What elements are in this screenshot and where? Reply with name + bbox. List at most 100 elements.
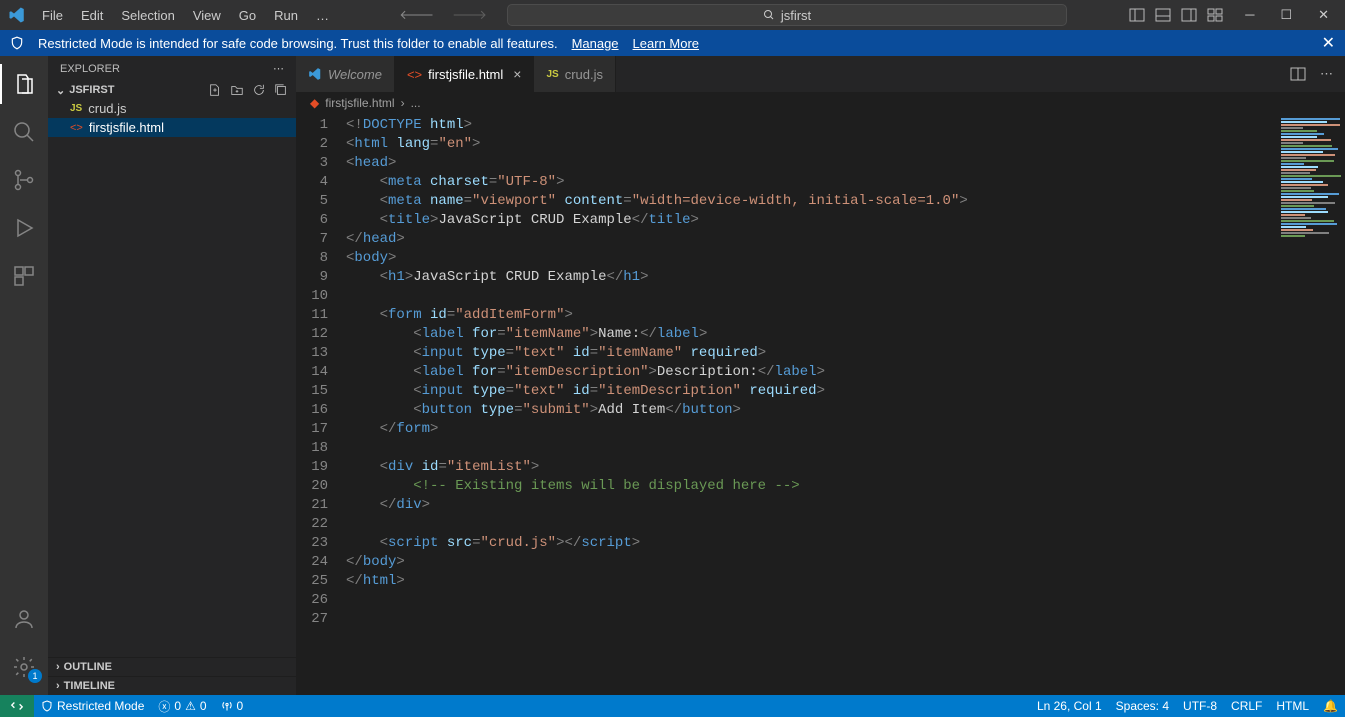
outline-section[interactable]: ›OUTLINE [48,657,296,676]
tab-welcome[interactable]: Welcome [296,56,395,92]
js-icon: JS [546,69,558,80]
menu-run[interactable]: Run [266,4,306,27]
remote-button[interactable] [0,695,34,717]
new-file-icon[interactable] [208,83,222,97]
status-restricted-mode[interactable]: Restricted Mode [34,699,151,713]
shield-icon [10,36,24,50]
tab-label: firstjsfile.html [428,67,503,82]
tab-label: crud.js [565,67,603,82]
position-label: Ln 26, Col 1 [1037,699,1102,713]
activity-source-control[interactable] [0,160,48,200]
line-gutter: 1234567891011121314151617181920212223242… [296,114,346,695]
code-line-5: <meta name="viewport" content="width=dev… [346,192,1235,211]
explorer-sidebar: EXPLORER ⋯ ⌄ JSFIRST JScrud.js<>firstjsf… [48,56,296,695]
warning-count: 0 [200,699,207,713]
command-center[interactable]: jsfirst [507,4,1067,26]
antenna-icon [221,700,233,712]
code-line-14: <label for="itemDescription">Description… [346,363,1235,382]
code-body[interactable]: <!DOCTYPE html><html lang="en"><head> <m… [346,114,1235,695]
vscode-logo-icon [8,6,26,24]
code-line-25: </html> [346,572,1235,591]
chevron-right-icon: › [56,680,60,692]
welcome-icon [308,67,322,81]
code-line-6: <title>JavaScript CRUD Example</title> [346,211,1235,230]
ports-count: 0 [237,699,244,713]
breadcrumb[interactable]: ◆ firstjsfile.html › ... [296,92,1345,114]
code-line-9: <h1>JavaScript CRUD Example</h1> [346,268,1235,287]
activity-extensions[interactable] [0,256,48,296]
split-editor-icon[interactable] [1290,66,1306,82]
menu-view[interactable]: View [185,4,229,27]
eol-label: CRLF [1231,699,1262,713]
code-line-3: <head> [346,154,1235,173]
activity-bar: 1 [0,56,48,695]
encoding-label: UTF-8 [1183,699,1217,713]
activity-run-debug[interactable] [0,208,48,248]
tab-crud.js[interactable]: JS crud.js [534,56,616,92]
maximize-icon[interactable]: ☐ [1280,7,1292,23]
minimap[interactable] [1235,114,1345,695]
chevron-down-icon[interactable]: ⌄ [56,84,65,97]
status-bar: Restricted Mode ⓧ0 ⚠0 0 Ln 26, Col 1 Spa… [0,695,1345,717]
code-line-20: <!-- Existing items will be displayed he… [346,477,1235,496]
status-mode-label: Restricted Mode [57,699,144,713]
project-name: JSFIRST [69,84,114,96]
collapse-all-icon[interactable] [274,83,288,97]
status-problems[interactable]: ⓧ0 ⚠0 [151,698,213,715]
banner-learn-link[interactable]: Learn More [633,36,699,51]
status-spaces[interactable]: Spaces: 4 [1109,699,1176,713]
status-eol[interactable]: CRLF [1224,699,1269,713]
banner-manage-link[interactable]: Manage [572,36,619,51]
code-line-23: <script src="crud.js"></script> [346,534,1235,553]
code-line-7: </head> [346,230,1235,249]
menu-edit[interactable]: Edit [73,4,111,27]
explorer-more-icon[interactable]: ⋯ [273,62,284,75]
refresh-icon[interactable] [252,83,266,97]
layout-controls[interactable] [1129,7,1223,23]
file-item-firstjsfile.html[interactable]: <>firstjsfile.html [48,118,296,137]
code-editor[interactable]: 1234567891011121314151617181920212223242… [296,114,1345,695]
menu-go[interactable]: Go [231,4,264,27]
close-icon[interactable]: ✕ [1318,7,1329,23]
activity-explorer[interactable] [0,64,48,104]
editor-area: Welcome<>firstjsfile.html×JScrud.js⋯ ◆ f… [296,56,1345,695]
breadcrumb-dots: ... [411,96,421,110]
search-icon [763,9,775,21]
minimize-icon[interactable]: ─ [1245,7,1254,23]
code-line-10 [346,287,1235,306]
manage-badge: 1 [28,669,42,683]
code-line-11: <form id="addItemForm"> [346,306,1235,325]
code-line-26 [346,591,1235,610]
banner-close-icon[interactable]: ✕ [1322,33,1335,53]
menu-file[interactable]: File [34,4,71,27]
tab-firstjsfile.html[interactable]: <>firstjsfile.html× [395,56,535,92]
file-item-crud.js[interactable]: JScrud.js [48,99,296,118]
banner-message: Restricted Mode is intended for safe cod… [38,36,558,51]
activity-accounts[interactable] [0,599,48,639]
activity-manage[interactable]: 1 [0,647,48,687]
nav-forward-icon[interactable]: 🡒 [452,7,487,23]
nav-back-icon[interactable]: 🡐 [399,7,434,23]
explorer-title: EXPLORER [60,63,120,75]
status-ports[interactable]: 0 [214,699,251,713]
status-encoding[interactable]: UTF-8 [1176,699,1224,713]
status-feedback[interactable]: 🔔 [1316,699,1345,713]
code-line-27 [346,610,1235,629]
title-bar: FileEditSelectionViewGoRun… 🡐 🡒 jsfirst … [0,0,1345,30]
html-icon: ◆ [310,96,319,110]
menu-selection[interactable]: Selection [113,4,182,27]
code-line-8: <body> [346,249,1235,268]
tab-close-icon[interactable]: × [513,66,521,82]
activity-search[interactable] [0,112,48,152]
editor-more-icon[interactable]: ⋯ [1320,66,1333,82]
timeline-label: TIMELINE [64,680,115,692]
breadcrumb-file: firstjsfile.html [325,96,394,110]
status-position[interactable]: Ln 26, Col 1 [1030,699,1109,713]
timeline-section[interactable]: › TIMELINE [48,676,296,695]
new-folder-icon[interactable] [230,83,244,97]
menu-…[interactable]: … [308,4,337,27]
js-file-icon: JS [70,103,82,114]
status-language[interactable]: HTML [1269,699,1316,713]
code-line-13: <input type="text" id="itemName" require… [346,344,1235,363]
chevron-right-icon: › [56,661,60,673]
